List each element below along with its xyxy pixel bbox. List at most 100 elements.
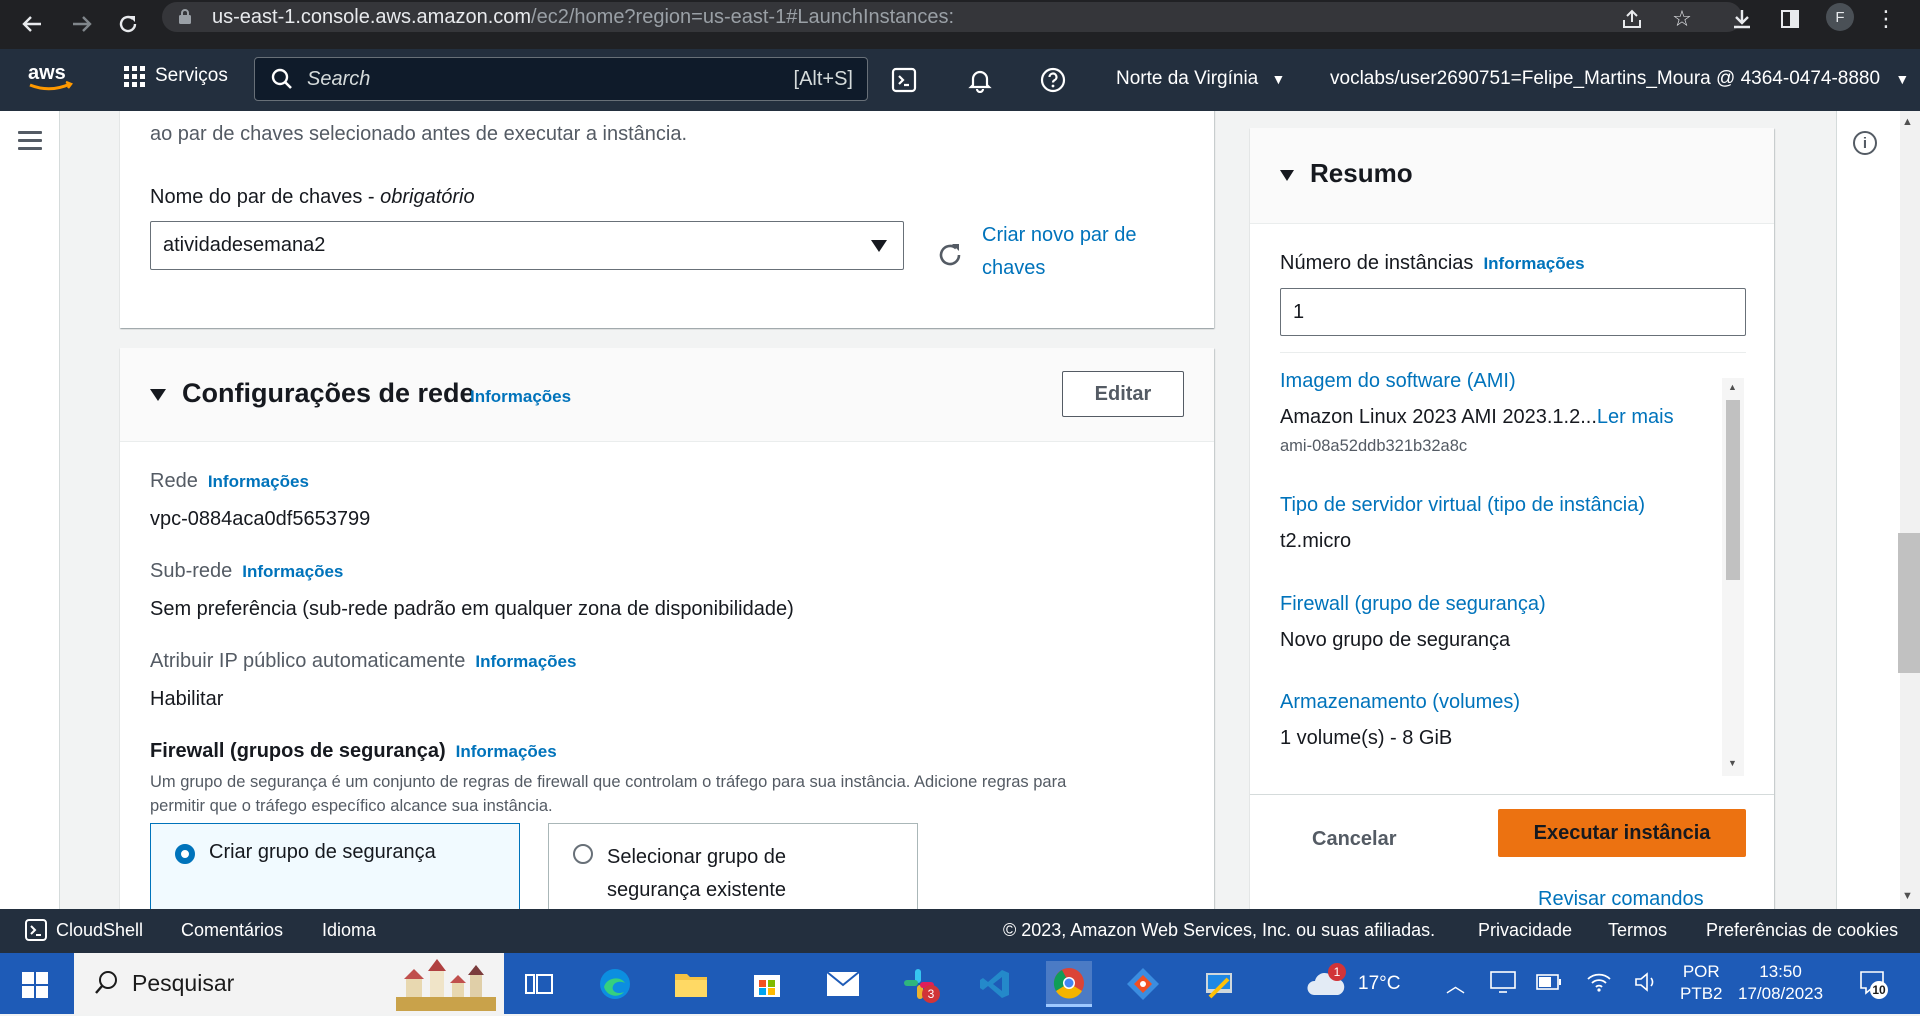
edit-button[interactable]: Editar xyxy=(1062,371,1184,417)
address-bar[interactable]: us-east-1.console.aws.amazon.com/ec2/hom… xyxy=(162,2,1742,32)
slack-icon[interactable]: 3 xyxy=(896,961,942,1007)
summary-scroll-thumb[interactable] xyxy=(1726,400,1740,580)
ami-link[interactable]: Imagem do software (AMI) xyxy=(1280,370,1516,393)
tray-display-icon[interactable] xyxy=(1490,971,1516,998)
ami-read-more-link[interactable]: Ler mais xyxy=(1597,406,1674,428)
summary-scrollbar[interactable]: ▲ ▼ xyxy=(1722,378,1744,776)
forward-icon[interactable] xyxy=(66,8,98,40)
edge-browser-icon[interactable] xyxy=(592,961,638,1007)
firewall-description: Um grupo de segurança é um conjunto de r… xyxy=(150,773,1067,815)
aws-footer: CloudShell Comentários Idioma © 2023, Am… xyxy=(0,909,1920,953)
scroll-down-icon[interactable]: ▼ xyxy=(1728,758,1737,768)
file-explorer-icon[interactable] xyxy=(668,961,714,1007)
language-link[interactable]: Idioma xyxy=(322,920,376,941)
instances-count-input[interactable]: 1 xyxy=(1280,288,1746,336)
windows-start-icon[interactable] xyxy=(22,972,48,1003)
firewall-info-link[interactable]: Informações xyxy=(456,742,557,761)
aws-logo[interactable]: aws xyxy=(26,61,74,95)
cookie-preferences-link[interactable]: Preferências de cookies xyxy=(1706,920,1898,941)
caret-down-icon xyxy=(871,240,887,252)
notification-count: 10 xyxy=(1870,981,1888,999)
notifications-bell-icon[interactable] xyxy=(964,64,996,96)
browser-menu-icon[interactable]: ⋮ xyxy=(1870,4,1902,34)
bookmark-star-icon[interactable]: ☆ xyxy=(1666,4,1698,34)
launch-instance-button[interactable]: Executar instância xyxy=(1498,809,1746,857)
git-client-icon[interactable] xyxy=(1120,961,1166,1007)
vscode-icon[interactable] xyxy=(972,961,1018,1007)
instances-info-link[interactable]: Informações xyxy=(1483,254,1584,273)
download-icon[interactable] xyxy=(1726,4,1758,34)
clock[interactable]: 13:50 17/08/2023 xyxy=(1738,961,1823,1005)
search-input[interactable]: Search [Alt+S] xyxy=(254,57,868,101)
search-icon xyxy=(94,970,118,1001)
weather-cloud-icon[interactable]: 1 xyxy=(1306,963,1346,1004)
network-info-link[interactable]: Informações xyxy=(208,472,309,491)
divider xyxy=(1250,794,1774,795)
task-view-icon[interactable] xyxy=(516,961,562,1007)
reload-icon[interactable] xyxy=(112,8,144,40)
subnet-info-link[interactable]: Informações xyxy=(242,562,343,581)
caret-down-icon: ▼ xyxy=(1895,71,1910,87)
input-language[interactable]: POR PTB2 xyxy=(1680,961,1723,1005)
collapse-caret-icon[interactable] xyxy=(150,389,166,401)
tray-chevron-up-icon[interactable]: ︿ xyxy=(1446,971,1465,998)
caret-down-icon: ▼ xyxy=(1271,71,1286,87)
divider xyxy=(1280,352,1746,353)
profile-avatar[interactable]: F xyxy=(1826,3,1854,31)
storage-value: 1 volume(s) - 8 GiB xyxy=(1280,727,1453,749)
share-icon[interactable] xyxy=(1616,4,1648,34)
page-scroll-thumb[interactable] xyxy=(1898,533,1920,673)
account-menu[interactable]: voclabs/user2690751=Felipe_Martins_Moura… xyxy=(1330,68,1909,90)
right-rail xyxy=(1836,111,1900,909)
search-highlight-illustration xyxy=(396,957,496,1011)
create-keypair-link[interactable]: Criar novo par de chaves xyxy=(982,219,1137,285)
services-menu[interactable]: Serviços xyxy=(124,65,228,87)
side-panel-icon[interactable] xyxy=(1774,4,1806,34)
firewall-label: Firewall (grupos de segurança) Informaçõe… xyxy=(150,740,557,762)
windows-taskbar: Pesquisar 3 1 17°C ︿ POR PTB2 13:50 17/0… xyxy=(0,953,1920,1014)
firewall-link[interactable]: Firewall (grupo de segurança) xyxy=(1280,593,1546,616)
notification-center-icon[interactable]: 10 xyxy=(1858,969,1888,1002)
radio-create-security-group[interactable]: Criar grupo de segurança xyxy=(150,823,520,909)
cloudshell-footer-icon[interactable] xyxy=(24,918,48,947)
network-info-link[interactable]: Informações xyxy=(470,387,571,407)
keypair-select[interactable]: atividadesemana2 xyxy=(150,221,904,270)
collapse-caret-icon[interactable] xyxy=(1280,170,1294,181)
subnet-label: Sub-rede Informações xyxy=(150,560,344,582)
scroll-up-icon[interactable]: ▲ xyxy=(1728,382,1737,392)
review-commands-link[interactable]: Revisar comandos xyxy=(1538,888,1704,909)
terms-link[interactable]: Termos xyxy=(1608,920,1667,941)
wifi-icon[interactable] xyxy=(1586,971,1612,998)
chrome-icon[interactable] xyxy=(1046,961,1092,1007)
cloudshell-icon[interactable] xyxy=(888,64,920,96)
keypair-description: ao par de chaves selecionado antes de ex… xyxy=(150,123,688,145)
tools-icon[interactable] xyxy=(1196,961,1242,1007)
battery-icon[interactable] xyxy=(1536,973,1562,996)
back-icon[interactable] xyxy=(16,8,48,40)
taskbar-search-input[interactable]: Pesquisar xyxy=(74,953,504,1014)
radio-unselected[interactable] xyxy=(573,844,593,864)
storage-link[interactable]: Armazenamento (volumes) xyxy=(1280,691,1520,714)
cancel-button[interactable]: Cancelar xyxy=(1312,828,1397,851)
privacy-link[interactable]: Privacidade xyxy=(1478,920,1572,941)
public-ip-info-link[interactable]: Informações xyxy=(475,652,576,671)
refresh-icon[interactable] xyxy=(936,241,964,274)
public-ip-label: Atribuir IP público automaticamente Infor… xyxy=(150,650,577,672)
hamburger-menu-icon[interactable] xyxy=(18,131,42,151)
volume-icon[interactable] xyxy=(1634,971,1658,998)
weather-badge: 1 xyxy=(1328,963,1346,981)
scroll-up-icon[interactable]: ▲ xyxy=(1902,116,1913,128)
help-icon[interactable] xyxy=(1037,64,1069,96)
mail-icon[interactable] xyxy=(820,961,866,1007)
scroll-down-icon[interactable]: ▼ xyxy=(1902,890,1913,902)
radio-select-existing-group[interactable]: Selecionar grupo de segurança existente xyxy=(548,823,918,909)
instances-label: Número de instâncias Informações xyxy=(1280,252,1585,274)
microsoft-store-icon[interactable] xyxy=(744,961,790,1007)
page-scrollbar[interactable] xyxy=(1900,111,1920,909)
region-selector[interactable]: Norte da Virgínia ▼ xyxy=(1116,68,1285,90)
info-panel-icon[interactable]: i xyxy=(1853,131,1877,155)
feedback-link[interactable]: Comentários xyxy=(181,920,283,941)
radio-selected[interactable] xyxy=(175,844,195,864)
cloudshell-link[interactable]: CloudShell xyxy=(56,920,143,941)
instance-type-link[interactable]: Tipo de servidor virtual (tipo de instân… xyxy=(1280,494,1645,517)
